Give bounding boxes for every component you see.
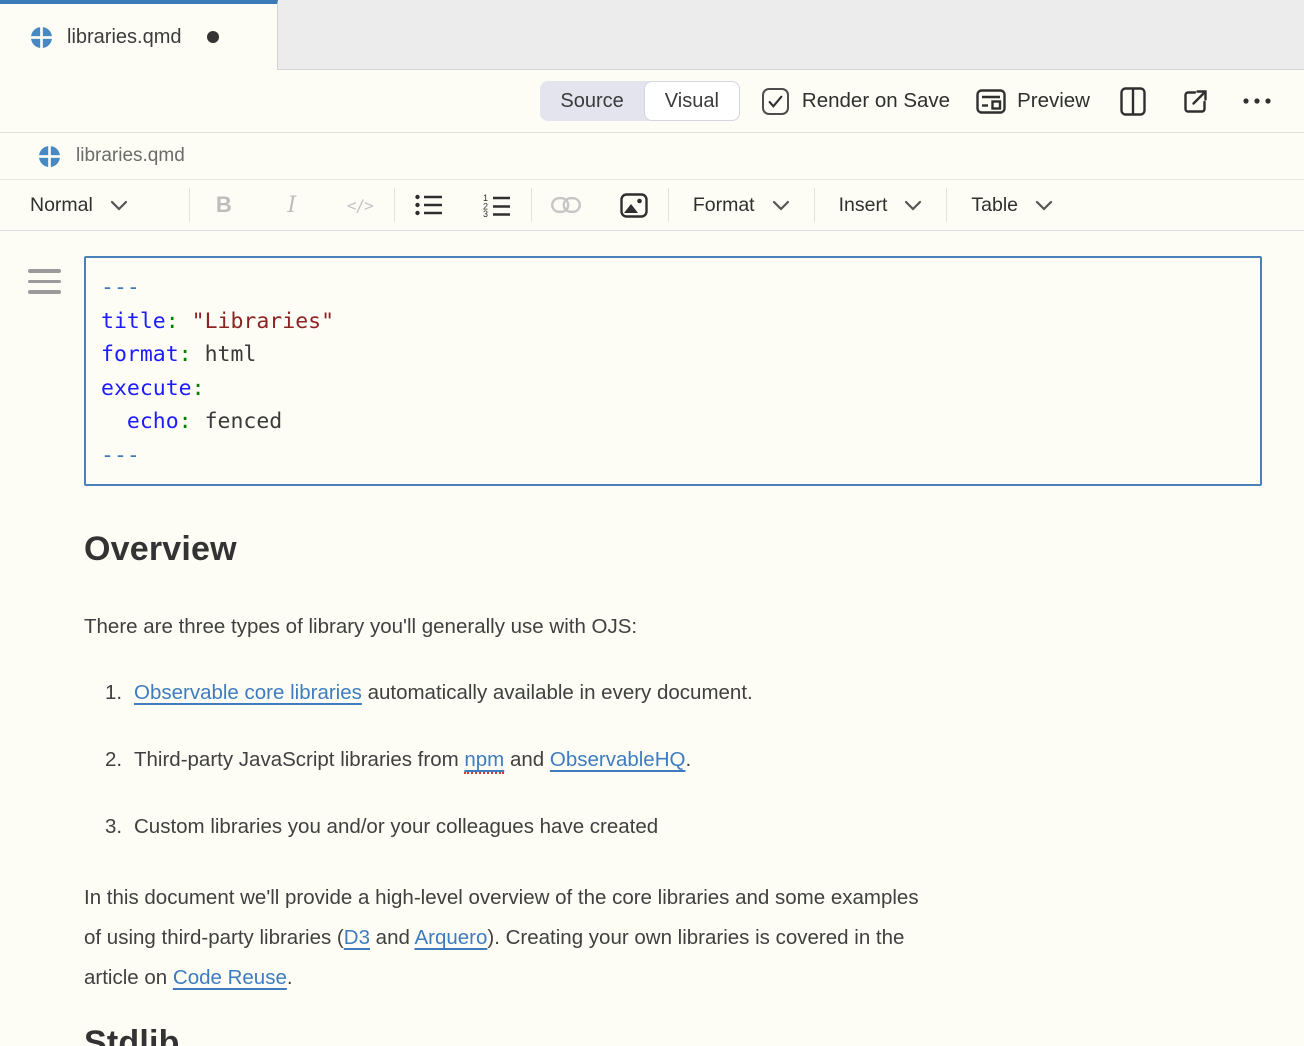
insert-menu-label: Insert bbox=[839, 194, 888, 217]
block-drag-handle-icon[interactable] bbox=[28, 269, 61, 294]
heading-overview[interactable]: Overview bbox=[84, 530, 1262, 569]
tab-title: libraries.qmd bbox=[67, 26, 181, 49]
tab-libraries-qmd[interactable]: libraries.qmd bbox=[0, 0, 278, 70]
format-menu-label: Format bbox=[693, 194, 755, 217]
source-mode-button[interactable]: Source bbox=[540, 81, 643, 121]
unsaved-indicator-dot bbox=[207, 31, 219, 43]
list-number: 1. bbox=[105, 673, 134, 713]
text-run: ). Creating your own libraries is covere… bbox=[487, 926, 904, 949]
visual-mode-button[interactable]: Visual bbox=[644, 81, 740, 121]
text-run: In this document we'll provide a high-le… bbox=[84, 886, 919, 909]
breadcrumb-filename[interactable]: libraries.qmd bbox=[76, 145, 185, 167]
ellipsis-icon bbox=[1242, 97, 1272, 105]
more-options-button[interactable] bbox=[1242, 97, 1272, 105]
link-button[interactable] bbox=[532, 197, 600, 213]
yaml-code-line: format: html bbox=[101, 338, 1244, 372]
hyperlink[interactable]: Arquero bbox=[414, 926, 487, 949]
toolbar-divider bbox=[814, 188, 815, 222]
yaml-code-line: --- bbox=[101, 271, 1244, 305]
preview-icon bbox=[976, 89, 1006, 114]
numbered-list-button[interactable]: 1 2 3 bbox=[463, 193, 531, 217]
bullet-list-button[interactable] bbox=[395, 194, 463, 216]
quarto-file-icon bbox=[38, 145, 61, 168]
hyperlink[interactable]: D3 bbox=[344, 926, 370, 949]
list-item-text: Third-party JavaScript libraries from np… bbox=[134, 740, 691, 780]
mode-toggle: Source Visual bbox=[540, 81, 740, 121]
intro-paragraph[interactable]: There are three types of library you'll … bbox=[84, 607, 1262, 647]
list-number: 2. bbox=[105, 740, 134, 780]
list-item[interactable]: 3.Custom libraries you and/or your colle… bbox=[84, 807, 1262, 847]
link-icon bbox=[551, 197, 581, 213]
hyperlink[interactable]: Observable core libraries bbox=[134, 681, 362, 704]
tab-bar: libraries.qmd bbox=[0, 0, 1304, 70]
text-run: of using third-party libraries ( bbox=[84, 926, 344, 949]
chevron-down-icon bbox=[904, 200, 922, 211]
open-external-icon bbox=[1182, 88, 1209, 115]
split-editor-button[interactable] bbox=[1120, 87, 1146, 116]
table-menu-dropdown[interactable]: Table bbox=[965, 194, 1059, 217]
closing-paragraph[interactable]: In this document we'll provide a high-le… bbox=[84, 878, 1262, 998]
text-run: Custom libraries you and/or your colleag… bbox=[134, 815, 658, 838]
quarto-visual-editor-window: libraries.qmd Source Visual Render on Sa… bbox=[0, 0, 1304, 1046]
list-number: 3. bbox=[105, 807, 134, 847]
list-item[interactable]: 1.Observable core libraries automaticall… bbox=[84, 673, 1262, 713]
hyperlink[interactable]: npm bbox=[464, 748, 504, 774]
preview-button[interactable]: Preview bbox=[976, 89, 1090, 114]
text-run: . bbox=[685, 748, 691, 771]
bold-button[interactable]: B bbox=[190, 192, 258, 218]
quarto-file-icon bbox=[30, 26, 53, 49]
numbered-list-icon: 1 2 3 bbox=[483, 193, 511, 217]
bold-icon: B bbox=[216, 192, 232, 218]
text-run: Third-party JavaScript libraries from bbox=[134, 748, 464, 771]
editor-toolbar: Source Visual Render on Save Preview bbox=[0, 70, 1304, 133]
inline-code-icon: </> bbox=[347, 196, 373, 215]
toolbar-divider bbox=[668, 188, 669, 222]
preview-label: Preview bbox=[1017, 89, 1090, 113]
chevron-down-icon bbox=[1035, 200, 1053, 211]
hyperlink[interactable]: ObservableHQ bbox=[550, 748, 686, 771]
open-external-button[interactable] bbox=[1182, 88, 1209, 115]
check-icon bbox=[767, 93, 784, 110]
text-run: article on bbox=[84, 966, 173, 989]
chevron-down-icon bbox=[110, 200, 128, 211]
list-item-text: Observable core libraries automatically … bbox=[134, 673, 753, 713]
bullet-list-icon bbox=[415, 194, 443, 216]
paragraph-style-value: Normal bbox=[30, 194, 93, 217]
render-on-save-control: Render on Save bbox=[762, 88, 950, 115]
list-item-text: Custom libraries you and/or your colleag… bbox=[134, 807, 658, 847]
paragraph-style-dropdown[interactable]: Normal bbox=[24, 194, 134, 217]
text-run: . bbox=[287, 966, 293, 989]
italic-button[interactable]: I bbox=[258, 193, 326, 218]
render-on-save-label: Render on Save bbox=[802, 89, 950, 113]
document-editing-surface: ---title: "Libraries"format: htmlexecute… bbox=[0, 231, 1304, 1046]
heading-stdlib[interactable]: Stdlib bbox=[84, 1024, 1262, 1046]
text-run: automatically available in every documen… bbox=[362, 681, 753, 704]
image-button[interactable] bbox=[600, 193, 668, 218]
list-item[interactable]: 2.Third-party JavaScript libraries from … bbox=[84, 740, 1262, 780]
split-view-icon bbox=[1120, 87, 1146, 116]
image-icon bbox=[620, 193, 648, 218]
insert-menu-dropdown[interactable]: Insert bbox=[833, 194, 929, 217]
hyperlink[interactable]: Code Reuse bbox=[173, 966, 287, 989]
toolbar-divider bbox=[946, 188, 947, 222]
yaml-code-line: title: "Libraries" bbox=[101, 305, 1244, 339]
yaml-front-matter-block[interactable]: ---title: "Libraries"format: htmlexecute… bbox=[84, 256, 1262, 486]
italic-icon: I bbox=[287, 193, 296, 218]
code-button[interactable]: </> bbox=[326, 196, 394, 215]
chevron-down-icon bbox=[772, 200, 790, 211]
yaml-code-line: --- bbox=[101, 439, 1244, 473]
format-menu-dropdown[interactable]: Format bbox=[687, 194, 796, 217]
format-toolbar: Normal B I </> 1 2 3 bbox=[0, 180, 1304, 231]
library-types-list: 1.Observable core libraries automaticall… bbox=[84, 673, 1262, 847]
yaml-code-line: echo: fenced bbox=[101, 405, 1244, 439]
breadcrumb: libraries.qmd bbox=[0, 133, 1304, 180]
svg-text:3: 3 bbox=[483, 209, 488, 217]
text-run: and bbox=[370, 926, 414, 949]
text-run: and bbox=[504, 748, 550, 771]
yaml-code-line: execute: bbox=[101, 372, 1244, 406]
render-on-save-checkbox[interactable] bbox=[762, 88, 789, 115]
table-menu-label: Table bbox=[971, 194, 1018, 217]
